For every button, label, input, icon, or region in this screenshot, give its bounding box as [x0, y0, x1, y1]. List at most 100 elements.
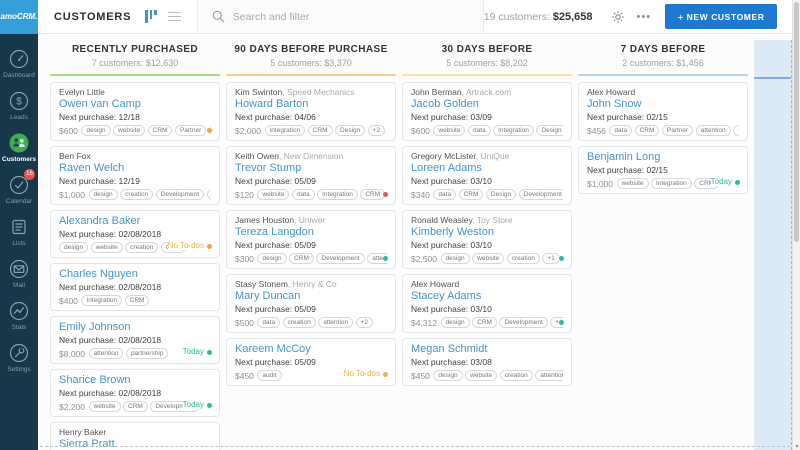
- tag-pill[interactable]: website: [89, 401, 121, 412]
- customer-name-link[interactable]: Mary Duncan: [235, 290, 387, 303]
- tag-pill[interactable]: data: [433, 189, 456, 200]
- more-options-icon[interactable]: •••: [637, 14, 652, 20]
- customer-card[interactable]: Emily JohnsonNext purchase: 02/08/2018$8…: [50, 316, 220, 364]
- tag-pill[interactable]: +1: [733, 125, 739, 136]
- tag-pill[interactable]: CRM: [125, 295, 150, 306]
- tag-pill[interactable]: Design: [335, 125, 365, 136]
- tag-pill[interactable]: attention: [89, 348, 124, 359]
- tag-pill[interactable]: design: [89, 189, 118, 200]
- tag-pill[interactable]: +2: [368, 125, 385, 136]
- customer-name-link[interactable]: Megan Schmidt: [411, 343, 563, 356]
- scroll-down-arrow-icon[interactable]: ▾: [793, 443, 800, 450]
- customer-card[interactable]: Gregory McListerUniQueLoreen AdamsNext p…: [402, 146, 572, 205]
- tag-pill[interactable]: website: [91, 242, 123, 253]
- list-view-icon[interactable]: [168, 12, 181, 22]
- tag-pill[interactable]: data: [468, 125, 491, 136]
- sidebar-item-mail[interactable]: Mail: [0, 252, 38, 294]
- customer-name-link[interactable]: Owen van Camp: [59, 98, 211, 111]
- sidebar-item-dashboard[interactable]: Dashboard: [0, 42, 38, 84]
- customer-name-link[interactable]: Sierra Pratt: [59, 438, 211, 450]
- settings-gear-icon[interactable]: [611, 10, 625, 24]
- customer-card[interactable]: Benjamin LongNext purchase: 02/15$1,000w…: [578, 146, 748, 194]
- tag-pill[interactable]: design: [81, 125, 110, 136]
- pipeline-view-icon[interactable]: [145, 10, 157, 23]
- customer-name-link[interactable]: Kimberly Weston: [411, 226, 563, 239]
- tag-pill[interactable]: data: [292, 189, 315, 200]
- vertical-scrollbar[interactable]: ▾: [792, 0, 800, 450]
- customer-name-link[interactable]: Howard Barton: [235, 98, 387, 111]
- sidebar-item-lists[interactable]: Lists: [0, 210, 38, 252]
- tag-pill[interactable]: attention: [318, 317, 353, 328]
- customer-card[interactable]: Ronald WeasleyToy StoreKimberly WestonNe…: [402, 210, 572, 269]
- tag-pill[interactable]: audit: [257, 370, 281, 381]
- customer-card[interactable]: Alexandra BakerNext purchase: 02/08/2018…: [50, 210, 220, 258]
- tag-pill[interactable]: website: [617, 178, 649, 189]
- tag-pill[interactable]: website: [113, 125, 145, 136]
- customer-card[interactable]: Kareem McCoyNext purchase: 05/09$450audi…: [226, 338, 396, 386]
- customer-card[interactable]: Charles NguyenNext purchase: 02/08/2018$…: [50, 263, 220, 311]
- tag-pill[interactable]: attention: [535, 370, 563, 381]
- tag-pill[interactable]: creation: [120, 189, 153, 200]
- tag-pill[interactable]: CRM: [360, 189, 385, 200]
- customer-card[interactable]: Alex HowardStacey AdamsNext purchase: 03…: [402, 274, 572, 333]
- search-input[interactable]: [233, 11, 483, 23]
- tag-pill[interactable]: Integration: [493, 125, 534, 136]
- tag-pill[interactable]: creation: [125, 242, 158, 253]
- tag-pill[interactable]: design: [441, 253, 470, 264]
- sidebar-item-customers[interactable]: Customers: [0, 126, 38, 168]
- customer-name-link[interactable]: Alexandra Baker: [59, 215, 211, 228]
- tag-pill[interactable]: +1: [207, 189, 211, 200]
- tag-pill[interactable]: +1: [542, 253, 559, 264]
- tag-pill[interactable]: Design: [536, 125, 563, 136]
- tag-pill[interactable]: Integration: [317, 189, 358, 200]
- sidebar-item-leads[interactable]: $Leads: [0, 84, 38, 126]
- customer-card[interactable]: James HoustonUniwerTereza LangdonNext pu…: [226, 210, 396, 269]
- tag-pill[interactable]: Integration: [651, 178, 692, 189]
- tag-pill[interactable]: partnership: [126, 348, 169, 359]
- tag-pill[interactable]: website: [257, 189, 289, 200]
- customer-card[interactable]: Alex HowardJohn SnowNext purchase: 02/15…: [578, 82, 748, 141]
- tag-pill[interactable]: website: [465, 370, 497, 381]
- customer-card[interactable]: Sharice BrownNext purchase: 02/08/2018$2…: [50, 369, 220, 417]
- sidebar-item-calendar[interactable]: 16Calendar: [0, 168, 38, 210]
- customer-name-link[interactable]: Jacob Golden: [411, 98, 563, 111]
- customer-card[interactable]: Kim SwintonSpeed MechanicsHoward BartonN…: [226, 82, 396, 141]
- customer-card[interactable]: Ben FoxRaven WelchNext purchase: 12/19$1…: [50, 146, 220, 205]
- customer-card[interactable]: Megan SchmidtNext purchase: 03/08$450des…: [402, 338, 572, 386]
- customer-name-link[interactable]: John Snow: [587, 98, 739, 111]
- tag-pill[interactable]: Partner: [662, 125, 693, 136]
- customer-name-link[interactable]: Loreen Adams: [411, 162, 563, 175]
- tag-pill[interactable]: attention: [696, 125, 731, 136]
- tag-pill[interactable]: website: [433, 125, 465, 136]
- tag-pill[interactable]: design: [441, 317, 470, 328]
- customer-name-link[interactable]: Trevor Stump: [235, 162, 387, 175]
- tag-pill[interactable]: website: [472, 253, 504, 264]
- customer-name-link[interactable]: Kareem McCoy: [235, 343, 387, 356]
- tag-pill[interactable]: CRM: [472, 317, 497, 328]
- tag-pill[interactable]: creation: [283, 317, 316, 328]
- tag-pill[interactable]: design: [257, 253, 286, 264]
- tag-pill[interactable]: Integration: [81, 295, 122, 306]
- tag-pill[interactable]: CRM: [289, 253, 314, 264]
- tag-pill[interactable]: design: [59, 242, 88, 253]
- customer-name-link[interactable]: Charles Nguyen: [59, 268, 211, 281]
- customer-name-link[interactable]: Raven Welch: [59, 162, 211, 175]
- sidebar-item-settings[interactable]: Settings: [0, 336, 38, 378]
- tag-pill[interactable]: CRM: [635, 125, 660, 136]
- tag-pill[interactable]: data: [609, 125, 632, 136]
- tag-pill[interactable]: data: [257, 317, 280, 328]
- customer-name-link[interactable]: Emily Johnson: [59, 321, 211, 334]
- customer-card[interactable]: Henry BakerSierra PrattNext purchase: 12…: [50, 422, 220, 450]
- scrollbar-thumb[interactable]: [794, 2, 799, 242]
- amocrm-logo[interactable]: amoCRM.: [0, 0, 38, 34]
- tag-pill[interactable]: Development: [156, 189, 204, 200]
- tag-pill[interactable]: creation: [507, 253, 540, 264]
- customer-name-link[interactable]: Tereza Langdon: [235, 226, 387, 239]
- tag-pill[interactable]: +2: [356, 317, 373, 328]
- search-bar[interactable]: [197, 0, 484, 33]
- customer-card[interactable]: Keith OwenNew DimensionTrevor StumpNext …: [226, 146, 396, 205]
- customer-name-link[interactable]: Sharice Brown: [59, 374, 211, 387]
- tag-pill[interactable]: Partner: [175, 125, 206, 136]
- tag-pill[interactable]: Design: [486, 189, 516, 200]
- tag-pill[interactable]: Development: [316, 253, 364, 264]
